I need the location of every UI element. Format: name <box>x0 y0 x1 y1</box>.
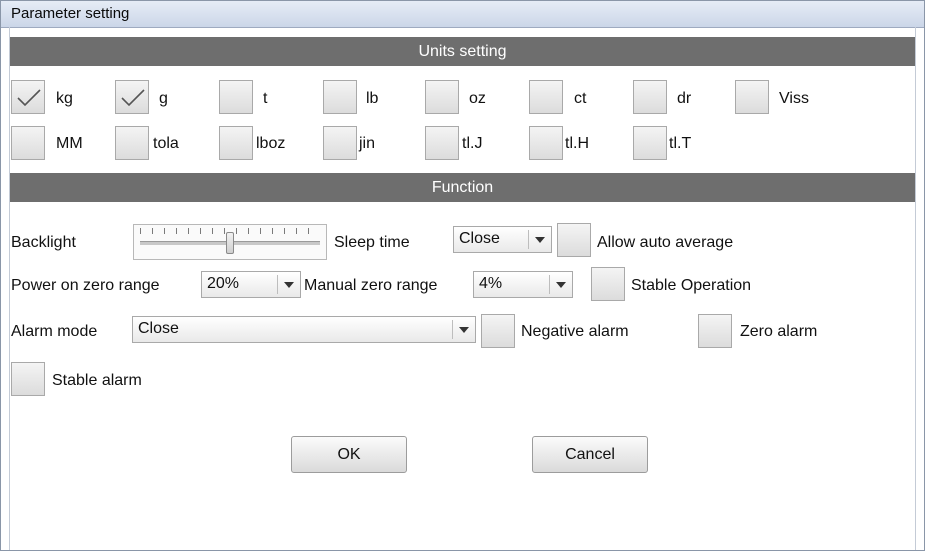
manual-zero-range-label: Manual zero range <box>304 277 438 294</box>
unit-mm-label: MM <box>56 135 83 152</box>
manual-zero-range-value: 4% <box>479 275 503 292</box>
unit-kg-label: kg <box>56 90 73 107</box>
alarm-mode-label: Alarm mode <box>11 323 98 340</box>
parameter-setting-dialog: Parameter setting Units setting kg g t l… <box>0 0 925 551</box>
unit-tl-h-label: tl.H <box>565 135 589 152</box>
unit-tl-j-checkbox[interactable] <box>425 126 459 160</box>
unit-jin-checkbox[interactable] <box>323 126 357 160</box>
unit-lb-checkbox[interactable] <box>323 80 357 114</box>
title-bar: Parameter setting <box>1 1 924 28</box>
unit-t-label: t <box>263 90 268 107</box>
function-header: Function <box>10 173 915 202</box>
frame-left-border <box>9 27 10 550</box>
unit-lb-label: lb <box>366 90 379 107</box>
sleep-time-value: Close <box>459 230 500 247</box>
unit-t-checkbox[interactable] <box>219 80 253 114</box>
alarm-mode-value: Close <box>138 320 179 337</box>
unit-ct-label: ct <box>574 90 587 107</box>
unit-tola-checkbox[interactable] <box>115 126 149 160</box>
stable-operation-checkbox[interactable] <box>591 267 625 301</box>
slider-thumb[interactable] <box>226 232 234 254</box>
unit-oz-checkbox[interactable] <box>425 80 459 114</box>
sleep-time-label: Sleep time <box>334 234 410 251</box>
unit-tl-t-label: tl.T <box>669 135 692 152</box>
unit-tl-t-checkbox[interactable] <box>633 126 667 160</box>
unit-tl-h-checkbox[interactable] <box>529 126 563 160</box>
chevron-down-icon[interactable] <box>452 320 472 339</box>
power-on-zero-range-value: 20% <box>207 275 240 292</box>
allow-auto-average-checkbox[interactable] <box>557 223 591 257</box>
unit-mm-checkbox[interactable] <box>11 126 45 160</box>
unit-dr-label: dr <box>677 90 692 107</box>
backlight-slider[interactable] <box>133 224 327 260</box>
zero-alarm-label: Zero alarm <box>740 323 818 340</box>
zero-alarm-checkbox[interactable] <box>698 314 732 348</box>
unit-kg-checkbox[interactable] <box>11 80 45 114</box>
stable-alarm-checkbox[interactable] <box>11 362 45 396</box>
window-title: Parameter setting <box>11 5 130 22</box>
manual-zero-range-select[interactable]: 4% <box>473 271 573 298</box>
unit-ct-checkbox[interactable] <box>529 80 563 114</box>
unit-viss-checkbox[interactable] <box>735 80 769 114</box>
backlight-label: Backlight <box>11 234 76 251</box>
units-setting-header: Units setting <box>10 37 915 66</box>
unit-dr-checkbox[interactable] <box>633 80 667 114</box>
unit-lboz-label: lboz <box>256 135 286 152</box>
unit-oz-label: oz <box>469 90 486 107</box>
unit-tola-label: tola <box>153 135 179 152</box>
frame-right-border <box>915 27 916 550</box>
alarm-mode-select[interactable]: Close <box>132 316 476 343</box>
unit-tl-j-label: tl.J <box>462 135 483 152</box>
chevron-down-icon[interactable] <box>549 275 569 294</box>
checkmark-icon <box>121 89 145 107</box>
allow-auto-average-label: Allow auto average <box>597 234 734 251</box>
power-on-zero-range-select[interactable]: 20% <box>201 271 301 298</box>
chevron-down-icon[interactable] <box>528 230 548 249</box>
checkmark-icon <box>17 89 41 107</box>
cancel-button[interactable]: Cancel <box>532 436 648 473</box>
unit-viss-label: Viss <box>779 90 809 107</box>
unit-g-label: g <box>159 90 168 107</box>
negative-alarm-checkbox[interactable] <box>481 314 515 348</box>
unit-jin-label: jin <box>359 135 376 152</box>
stable-operation-label: Stable Operation <box>631 277 752 294</box>
unit-g-checkbox[interactable] <box>115 80 149 114</box>
sleep-time-select[interactable]: Close <box>453 226 552 253</box>
unit-lboz-checkbox[interactable] <box>219 126 253 160</box>
negative-alarm-label: Negative alarm <box>521 323 629 340</box>
power-on-zero-range-label: Power on zero range <box>11 277 160 294</box>
stable-alarm-label: Stable alarm <box>52 372 142 389</box>
ok-button[interactable]: OK <box>291 436 407 473</box>
chevron-down-icon[interactable] <box>277 275 297 294</box>
